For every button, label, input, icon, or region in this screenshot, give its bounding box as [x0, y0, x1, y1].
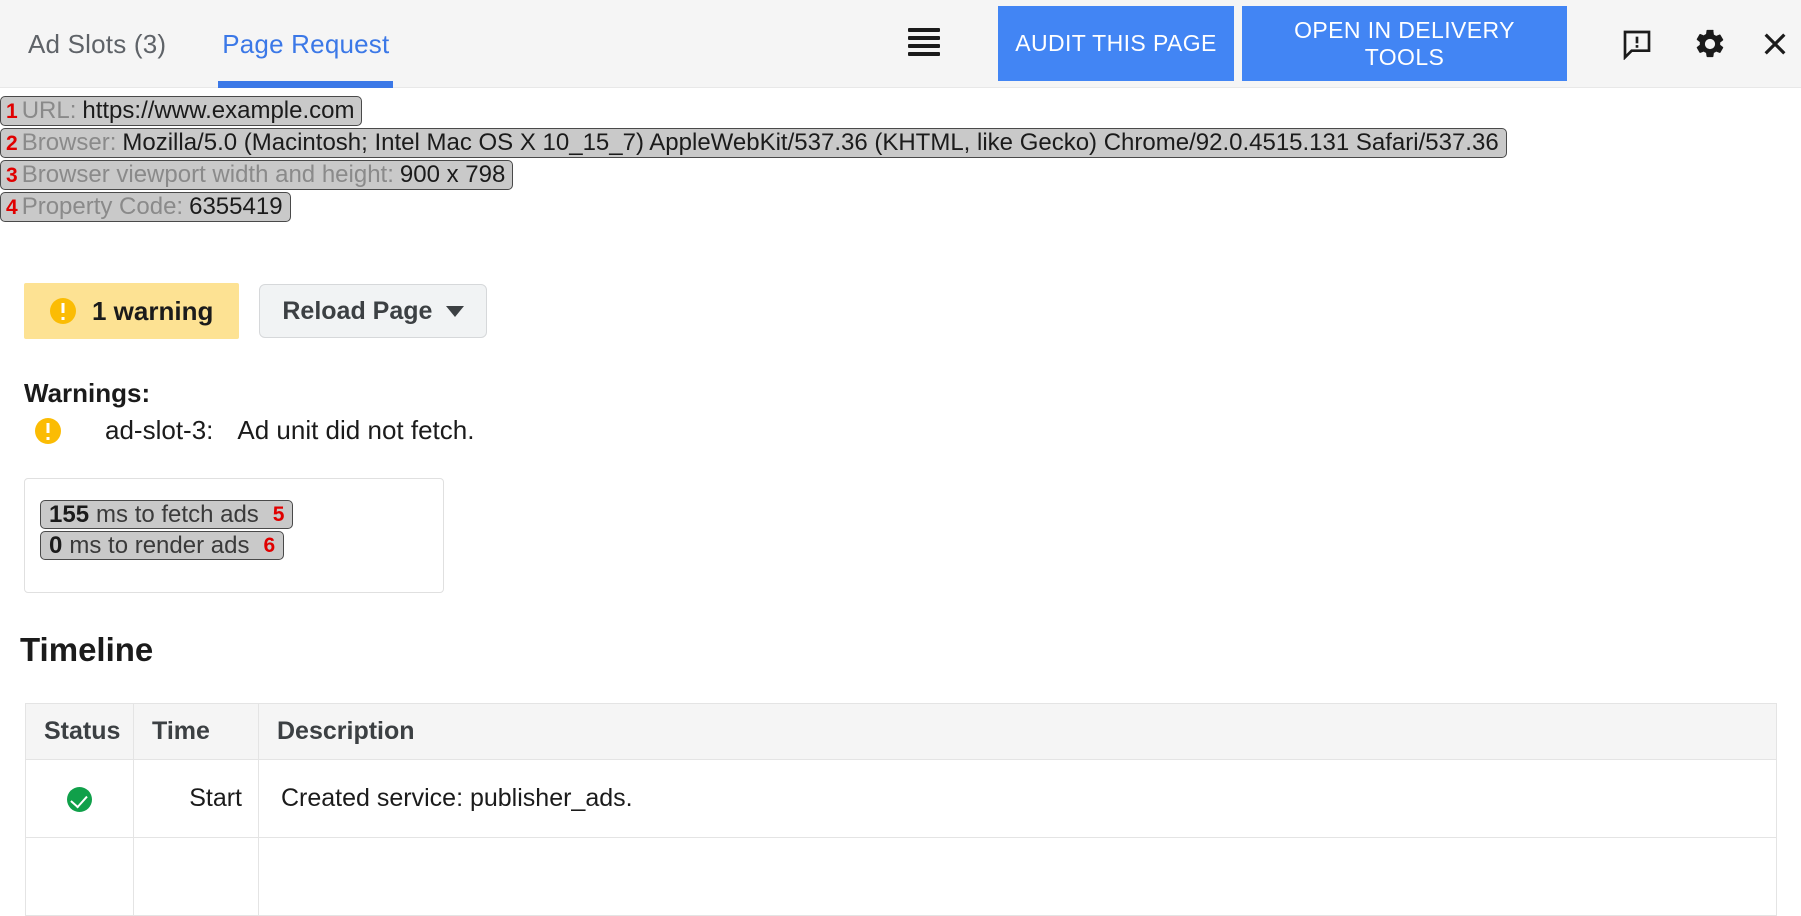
timing-fetch-ads: 155 ms to fetch ads 5 — [40, 500, 293, 529]
warning-slot-name: ad-slot-3: — [105, 415, 213, 446]
timeline-row-status — [26, 838, 134, 916]
timing-fetch-label: ms to fetch ads — [96, 501, 259, 529]
warning-icon — [50, 298, 76, 324]
timing-render-label: ms to render ads — [69, 532, 249, 560]
timeline-row-description — [259, 838, 1777, 916]
annotation-marker-6: 6 — [263, 534, 275, 558]
timeline-row-time: Start — [134, 760, 259, 838]
timeline-col-time: Time — [134, 704, 259, 760]
info-label-browser: Browser: — [22, 129, 123, 157]
info-value-url: https://www.example.com — [82, 97, 354, 125]
settings-gear-icon[interactable] — [1690, 24, 1730, 64]
info-row-browser: 2 Browser: Mozilla/5.0 (Macintosh; Intel… — [0, 128, 1801, 158]
open-in-delivery-tools-label: OPEN IN DELIVERY TOOLS — [1256, 17, 1553, 70]
tab-page-request-label: Page Request — [222, 29, 389, 60]
annotation-marker-1: 1 — [1, 101, 22, 122]
info-row-url: 1 URL: https://www.example.com — [0, 96, 1801, 126]
reload-page-button[interactable]: Reload Page — [259, 284, 487, 338]
annotation-marker-5: 5 — [273, 503, 285, 527]
open-in-delivery-tools-button[interactable]: OPEN IN DELIVERY TOOLS — [1242, 6, 1567, 81]
timeline-heading: Timeline — [20, 631, 153, 669]
hamburger-menu-icon[interactable] — [908, 28, 940, 60]
annotation-marker-2: 2 — [1, 133, 22, 154]
hamburger-line — [908, 44, 940, 48]
audit-this-page-button[interactable]: AUDIT THIS PAGE — [998, 6, 1234, 81]
annotation-marker-4: 4 — [1, 197, 22, 218]
table-row[interactable] — [26, 838, 1777, 916]
info-highlight-property-code: 4 Property Code: 6355419 — [0, 192, 291, 222]
warning-count-label: 1 warning — [92, 296, 213, 327]
hamburger-line — [908, 36, 940, 40]
hamburger-line — [908, 28, 940, 32]
info-highlight-viewport: 3 Browser viewport width and height: 900… — [0, 160, 513, 190]
table-row[interactable]: Start Created service: publisher_ads. — [26, 760, 1777, 838]
tab-ad-slots-label: Ad Slots (3) — [28, 29, 166, 60]
warning-list-item: ad-slot-3: Ad unit did not fetch. — [35, 415, 474, 446]
annotation-marker-3: 3 — [1, 165, 22, 186]
success-check-icon — [67, 787, 92, 812]
close-icon[interactable] — [1755, 24, 1795, 64]
info-row-property-code: 4 Property Code: 6355419 — [0, 192, 1801, 222]
info-value-viewport: 900 x 798 — [400, 161, 505, 189]
info-highlight-browser: 2 Browser: Mozilla/5.0 (Macintosh; Intel… — [0, 128, 1507, 158]
warnings-heading: Warnings: — [24, 378, 150, 409]
page-request-info: 1 URL: https://www.example.com 2 Browser… — [0, 96, 1801, 224]
info-label-url: URL: — [22, 97, 83, 125]
info-highlight-url: 1 URL: https://www.example.com — [0, 96, 362, 126]
tab-bar: Ad Slots (3) Page Request — [0, 0, 417, 88]
tab-ad-slots[interactable]: Ad Slots (3) — [0, 0, 194, 88]
tab-page-request[interactable]: Page Request — [194, 0, 417, 88]
timing-render-value: 0 — [49, 532, 62, 560]
info-label-property-code: Property Code: — [22, 193, 189, 221]
feedback-icon[interactable] — [1617, 24, 1657, 64]
app-header: Ad Slots (3) Page Request AUDIT THIS PAG… — [0, 0, 1801, 88]
timeline-col-description: Description — [259, 704, 1777, 760]
info-value-property-code: 6355419 — [189, 193, 282, 221]
audit-this-page-label: AUDIT THIS PAGE — [1015, 30, 1217, 56]
warning-icon — [35, 418, 61, 444]
warning-count-badge[interactable]: 1 warning — [24, 283, 239, 339]
info-row-viewport: 3 Browser viewport width and height: 900… — [0, 160, 1801, 190]
timeline-table: Status Time Description Start Created se… — [25, 703, 1777, 916]
timeline-table-head: Status Time Description — [26, 704, 1777, 760]
chevron-down-icon — [446, 306, 464, 317]
timeline-row-description: Created service: publisher_ads. — [259, 760, 1777, 838]
warning-message: Ad unit did not fetch. — [237, 415, 474, 446]
timeline-header-row: Status Time Description — [26, 704, 1777, 760]
timeline-row-status — [26, 760, 134, 838]
timing-fetch-value: 155 — [49, 501, 89, 529]
hamburger-line — [908, 52, 940, 56]
timeline-row-time — [134, 838, 259, 916]
timeline-table-body: Start Created service: publisher_ads. — [26, 760, 1777, 916]
info-label-viewport: Browser viewport width and height: — [22, 161, 400, 189]
reload-page-label: Reload Page — [282, 297, 432, 326]
status-bar: 1 warning Reload Page — [24, 283, 487, 339]
timeline-col-status: Status — [26, 704, 134, 760]
timing-render-ads: 0 ms to render ads 6 — [40, 531, 284, 560]
info-value-browser: Mozilla/5.0 (Macintosh; Intel Mac OS X 1… — [122, 129, 1498, 157]
timing-summary-box: 155 ms to fetch ads 5 0 ms to render ads… — [24, 478, 444, 593]
